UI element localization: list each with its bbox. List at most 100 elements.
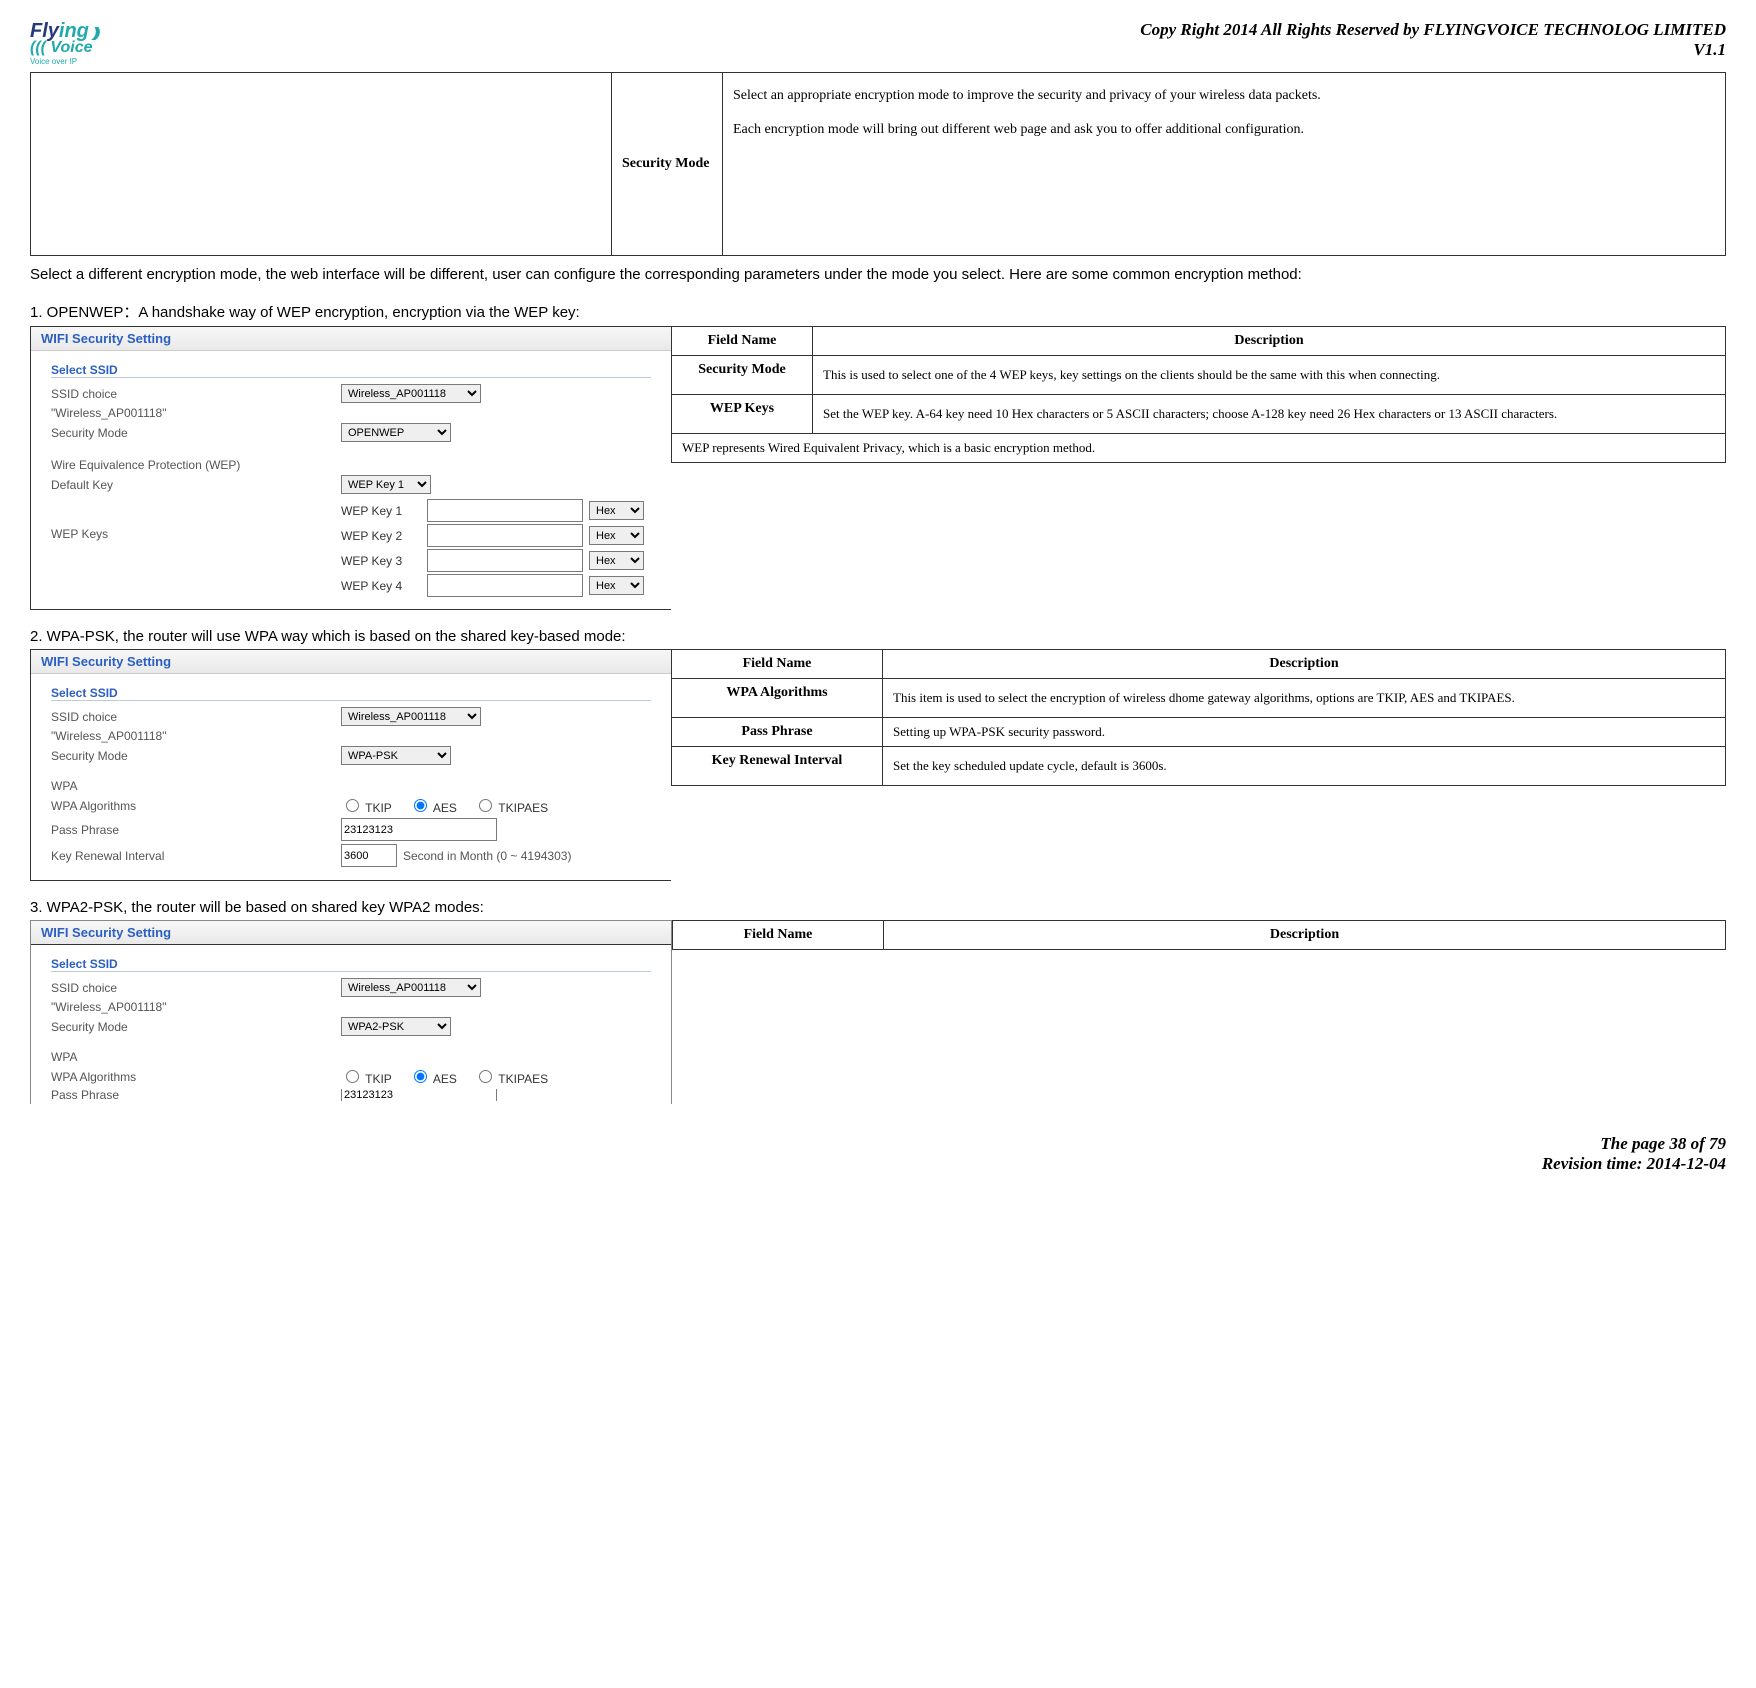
wpa-desc-r1n: WPA Algorithms — [672, 679, 883, 718]
page-footer: The page 38 of 79 Revision time: 2014-12… — [30, 1134, 1726, 1174]
wep-key-3-input[interactable] — [427, 549, 583, 572]
section3-row: WIFI Security Setting Select SSID SSID c… — [30, 920, 1726, 1104]
wpa-pass-label: Pass Phrase — [51, 823, 341, 837]
wpa2-alg-label: WPA Algorithms — [51, 1070, 341, 1084]
wpa-desc-r2d: Setting up WPA-PSK security password. — [883, 718, 1726, 747]
version-text: V1.1 — [1140, 40, 1726, 60]
wpa-panel-title: WIFI Security Setting — [31, 650, 671, 674]
wpa2-secmode-label: Security Mode — [51, 1020, 341, 1034]
wpa-desc-hf: Field Name — [672, 650, 883, 679]
wpa2-alg-aes[interactable] — [414, 1070, 427, 1083]
footer-page: The page 38 of 79 — [30, 1134, 1726, 1154]
wpa-desc-r1d: This item is used to select the encrypti… — [883, 679, 1726, 718]
wpa-secmode-label: Security Mode — [51, 749, 341, 763]
intro-text: Select a different encryption mode, the … — [30, 266, 1726, 283]
wep-key-2-label: WEP Key 2 — [341, 529, 421, 543]
wpa2-section-label: WPA — [51, 1050, 341, 1064]
wpa-ssid-select[interactable]: Wireless_AP001118 — [341, 707, 481, 726]
wpa2-ssid-select[interactable]: Wireless_AP001118 — [341, 978, 481, 997]
ssid-choice-select[interactable]: Wireless_AP001118 — [341, 384, 481, 403]
wpa-desc-r3n: Key Renewal Interval — [672, 747, 883, 786]
desc-r1-name: Security Mode — [672, 356, 813, 395]
wpa-interval-label: Key Renewal Interval — [51, 849, 341, 863]
copyright-block: Copy Right 2014 All Rights Reserved by F… — [1140, 20, 1726, 60]
wpa2-alg-tkipaes[interactable] — [479, 1070, 492, 1083]
wpa-alg-aes[interactable] — [414, 799, 427, 812]
wpa-interval-input[interactable] — [341, 844, 397, 867]
wep-key-4-label: WEP Key 4 — [341, 579, 421, 593]
wpa2-ssid-choice-label: SSID choice — [51, 981, 341, 995]
wpa2-alg-radios: TKIP AES TKIPAES — [341, 1067, 562, 1086]
select-ssid-section: Select SSID — [51, 363, 651, 378]
desc-footnote: WEP represents Wired Equivalent Privacy,… — [672, 434, 1726, 463]
wpa-ssid-quoted: "Wireless_AP001118" — [51, 729, 341, 743]
desc-r1-desc: This is used to select one of the 4 WEP … — [813, 356, 1726, 395]
wep-panel: WIFI Security Setting Select SSID SSID c… — [30, 326, 671, 610]
wep-key-4-type[interactable]: Hex — [589, 576, 644, 595]
wpa-desc-r3d: Set the key scheduled update cycle, defa… — [883, 747, 1726, 786]
security-mode-label: Security Mode — [622, 156, 709, 171]
copyright-text: Copy Right 2014 All Rights Reserved by F… — [1140, 20, 1726, 40]
wep-key-3-type[interactable]: Hex — [589, 551, 644, 570]
desc-r2-desc: Set the WEP key. A-64 key need 10 Hex ch… — [813, 395, 1726, 434]
wep-panel-title: WIFI Security Setting — [31, 327, 671, 351]
wpa-alg-label: WPA Algorithms — [51, 799, 341, 813]
wpa2-ssid-quoted: "Wireless_AP001118" — [51, 1000, 341, 1014]
wpa-alg-tkipaes[interactable] — [479, 799, 492, 812]
wep-key-4-input[interactable] — [427, 574, 583, 597]
wpa2-desc-hd: Description — [884, 921, 1726, 950]
footer-rev: Revision time: 2014-12-04 — [30, 1154, 1726, 1174]
section1-heading: 1. OPENWEP：A handshake way of WEP encryp… — [30, 301, 1726, 322]
security-mode-desc: Select an appropriate encryption mode to… — [733, 88, 1321, 137]
logo: Flying))) ((( Voice Voice over IP — [30, 20, 95, 66]
section2-row: WIFI Security Setting Select SSID SSID c… — [30, 649, 1726, 881]
wpa-ssid-choice-label: SSID choice — [51, 710, 341, 724]
wpa-secmode-select[interactable]: WPA-PSK — [341, 746, 451, 765]
security-mode-row-label: Security Mode — [51, 426, 341, 440]
wpa2-desc-hf: Field Name — [673, 921, 884, 950]
section1-row: WIFI Security Setting Select SSID SSID c… — [30, 326, 1726, 610]
wpa-interval-suffix: Second in Month (0 ~ 4194303) — [403, 849, 571, 863]
wpa-section-label: WPA — [51, 779, 341, 793]
section3-heading: 3. WPA2-PSK, the router will be based on… — [30, 899, 1726, 916]
wpa2-panel: WIFI Security Setting Select SSID SSID c… — [30, 920, 672, 1104]
wpa2-panel-title: WIFI Security Setting — [31, 921, 671, 945]
wep-key-2-input[interactable] — [427, 524, 583, 547]
top-empty-cell — [31, 73, 612, 256]
wpa-panel: WIFI Security Setting Select SSID SSID c… — [30, 649, 671, 881]
wep-desc-table: Field Name Description Security Mode Thi… — [671, 326, 1726, 463]
wpa2-secmode-select[interactable]: WPA2-PSK — [341, 1017, 451, 1036]
wpa2-alg-tkip[interactable] — [346, 1070, 359, 1083]
wep-key-2-type[interactable]: Hex — [589, 526, 644, 545]
default-key-select[interactable]: WEP Key 1 — [341, 475, 431, 494]
wep-key-3-label: WEP Key 3 — [341, 554, 421, 568]
wpa-desc-r2n: Pass Phrase — [672, 718, 883, 747]
section2-heading: 2. WPA-PSK, the router will use WPA way … — [30, 628, 1726, 645]
wpa-desc-hd: Description — [883, 650, 1726, 679]
wep-keys-group-label: WEP Keys — [51, 497, 341, 541]
security-mode-select[interactable]: OPENWEP — [341, 423, 451, 442]
wpa-alg-radios: TKIP AES TKIPAES — [341, 796, 562, 815]
top-desc-cell: Select an appropriate encryption mode to… — [723, 73, 1726, 256]
page-header: Flying))) ((( Voice Voice over IP Copy R… — [30, 20, 1726, 66]
ssid-quoted: "Wireless_AP001118" — [51, 406, 341, 420]
wpa2-pass-input[interactable] — [341, 1089, 497, 1101]
wpa-select-ssid: Select SSID — [51, 686, 651, 701]
wpa-desc-table: Field Name Description WPA Algorithms Th… — [671, 649, 1726, 786]
wep-key-1-label: WEP Key 1 — [341, 504, 421, 518]
default-key-label: Default Key — [51, 478, 341, 492]
top-table: Security Mode Select an appropriate encr… — [30, 72, 1726, 256]
wep-key-1-type[interactable]: Hex — [589, 501, 644, 520]
wpa2-select-ssid: Select SSID — [51, 957, 651, 972]
desc-header-desc: Description — [813, 327, 1726, 356]
desc-header-field: Field Name — [672, 327, 813, 356]
wep-section-label: Wire Equivalence Protection (WEP) — [51, 458, 341, 472]
wpa2-desc-table: Field Name Description — [672, 920, 1726, 950]
top-label-cell: Security Mode — [612, 73, 723, 256]
wpa2-pass-label: Pass Phrase — [51, 1089, 341, 1101]
wpa-pass-input[interactable] — [341, 818, 497, 841]
wep-key-1-input[interactable] — [427, 499, 583, 522]
wpa-alg-tkip[interactable] — [346, 799, 359, 812]
desc-r2-name: WEP Keys — [672, 395, 813, 434]
ssid-choice-label: SSID choice — [51, 387, 341, 401]
